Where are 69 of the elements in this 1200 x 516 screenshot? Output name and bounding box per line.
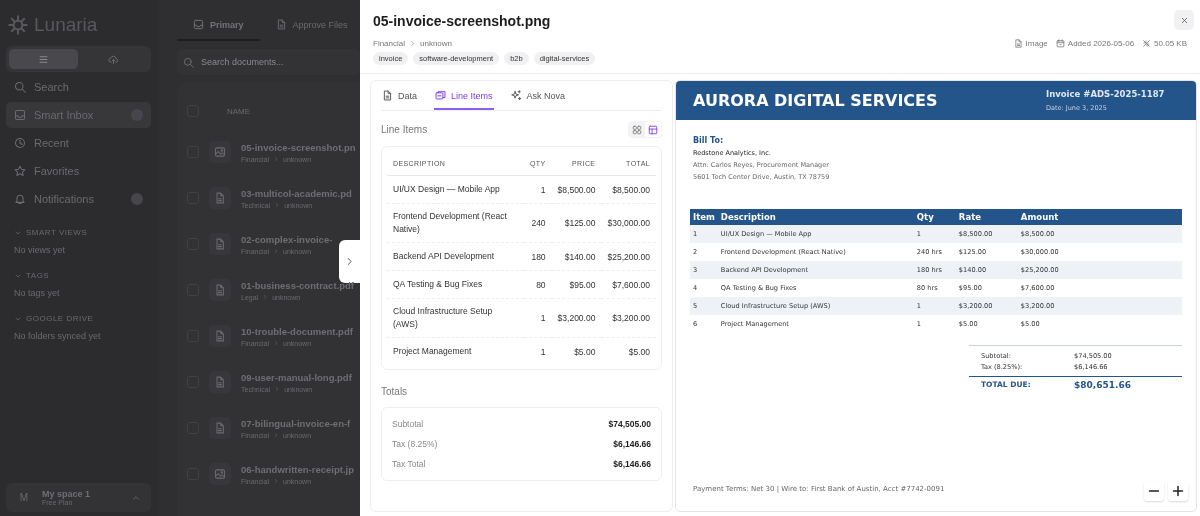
table-cell: UI/UX Design — Mobile App — [387, 175, 524, 204]
table-cell: $3,200.00 — [601, 298, 656, 338]
section-title: Totals — [381, 386, 409, 397]
section-heading[interactable]: SMART VIEWS — [26, 228, 88, 237]
total-value: $6,146.66 — [613, 439, 651, 449]
tab[interactable]: Ask Nova — [509, 81, 567, 110]
column-header: Amount — [1017, 209, 1182, 225]
total-label: Subtotal — [392, 419, 424, 429]
nav-item[interactable]: Notifications — [6, 186, 151, 212]
file-title: 05-invoice-screenshot.png — [373, 13, 551, 29]
breadcrumb-item[interactable]: unknown — [420, 39, 453, 48]
table-cell: 240 — [524, 203, 552, 243]
tab[interactable]: Primary — [177, 10, 260, 41]
section-title: Line Items — [381, 124, 428, 135]
table-cell: $125.00 — [551, 203, 602, 243]
document-name[interactable]: 10-trouble-document.pdf — [241, 325, 353, 337]
table-cell: 1 — [524, 337, 552, 365]
table-cell: Backend API Development — [387, 242, 524, 271]
table-cell: Cloud Infrastructure Setup (AWS) — [387, 298, 524, 338]
column-header: Item — [690, 209, 718, 225]
table-cell: 80 — [524, 270, 552, 299]
table-cell: 180 — [524, 242, 552, 271]
column-header: Rate — [955, 209, 1018, 225]
table-cell: $25,200.00 — [601, 242, 656, 271]
table-cell: $5.00 — [601, 337, 656, 365]
table-cell: $140.00 — [551, 242, 602, 271]
table-cell: 1 — [524, 175, 552, 204]
space-name: My space 1 — [42, 489, 92, 499]
section-heading[interactable]: TAGS — [26, 271, 50, 280]
table-cell: $95.00 — [551, 270, 602, 299]
table-cell: $8,500.00 — [551, 175, 602, 204]
meta-label: Image — [1025, 39, 1048, 48]
avatar-initial: M — [18, 492, 30, 503]
table-cell: QA Testing & Bug Fixes — [387, 270, 524, 299]
table-cell: Frontend Development (React Native) — [387, 203, 524, 243]
document-name[interactable]: 07-bilingual-invoice-en-f — [241, 417, 351, 429]
bill-to-heading: Bill To: — [693, 136, 725, 145]
total-label: Tax (8.25%) — [392, 439, 438, 449]
company-name: AURORA DIGITAL SERVICES — [693, 91, 938, 110]
meta-label: Added 2026-05-06 — [1067, 39, 1135, 48]
document-name[interactable]: 01-business-contract.pdf — [241, 279, 354, 291]
tab[interactable]: Line Items — [434, 81, 494, 110]
total-value: $74,505.00 — [608, 419, 651, 429]
empty-message: No views yet — [13, 244, 67, 255]
table-cell: $3,200.00 — [551, 298, 602, 338]
table-cell: $5.00 — [551, 337, 602, 365]
nav-item[interactable]: Favorites — [6, 158, 151, 184]
document-name[interactable]: 03-multicol-academic.pd — [241, 187, 352, 199]
column-header: Description — [717, 209, 914, 225]
total-value: $6,146.66 — [613, 459, 651, 469]
table-cell: Project Management — [387, 337, 524, 365]
document-name[interactable]: 09-user-manual-long.pdf — [241, 371, 352, 383]
document-name[interactable]: 06-handwritten-receipt.jp — [241, 463, 354, 475]
document-name[interactable]: 05-invoice-screenshot.pn — [241, 141, 356, 153]
total-due-value: $80,651.66 — [1074, 380, 1131, 390]
table-cell: $7,600.00 — [601, 270, 656, 299]
column-header: Qty — [913, 209, 956, 225]
nav-item[interactable]: Recent — [6, 130, 151, 156]
invoice-number: Invoice #ADS-2025-1187 — [1046, 89, 1166, 99]
total-label: Tax Total — [392, 459, 426, 469]
meta-label: 50.05 KB — [1154, 39, 1187, 48]
tab[interactable]: Data — [381, 81, 418, 110]
table-cell: $8,500.00 — [601, 175, 656, 204]
document-name[interactable]: 02-complex-invoice- — [241, 233, 333, 245]
table-cell: 1 — [524, 298, 552, 338]
search-field[interactable]: Search documents... — [177, 49, 360, 75]
table-cell: $30,000.00 — [601, 203, 656, 243]
breadcrumb-item[interactable]: Financial — [373, 39, 405, 48]
nav-item[interactable]: Search — [6, 74, 151, 100]
